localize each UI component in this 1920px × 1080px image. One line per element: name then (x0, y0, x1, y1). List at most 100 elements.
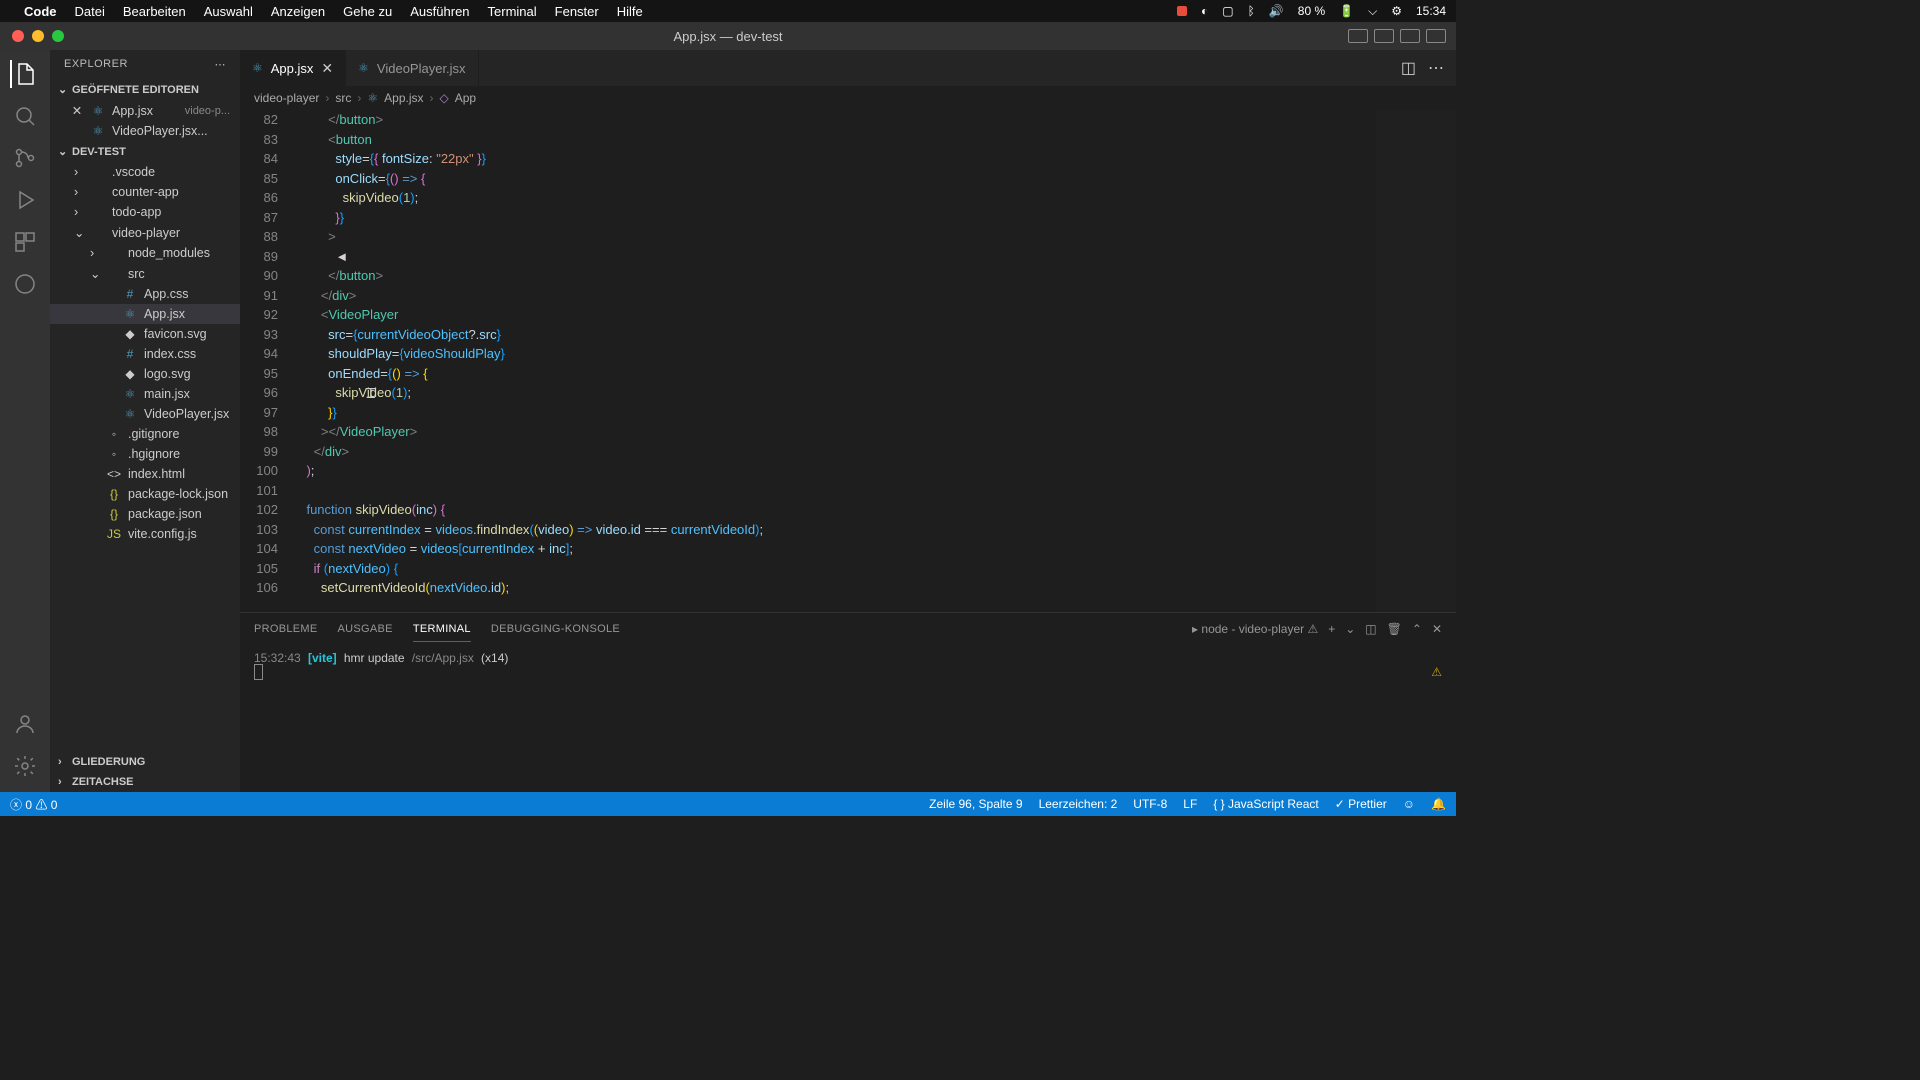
tree-item[interactable]: ⚛main.jsx (50, 384, 240, 404)
status-eol[interactable]: LF (1183, 797, 1197, 811)
search-icon[interactable] (11, 102, 39, 130)
menu-go[interactable]: Gehe zu (343, 4, 392, 19)
close-editor-icon[interactable]: ✕ (70, 103, 84, 118)
battery-icon[interactable]: 🔋 (1339, 4, 1354, 18)
tree-item[interactable]: ◦.gitignore (50, 424, 240, 444)
terminal-dropdown-icon[interactable]: ⌄ (1345, 622, 1355, 636)
status-indent[interactable]: Leerzeichen: 2 (1039, 797, 1118, 811)
account-icon[interactable] (11, 710, 39, 738)
layout-custom-icon[interactable] (1426, 29, 1446, 43)
bluetooth-icon[interactable]: ᛒ (1248, 4, 1255, 18)
terminal-body[interactable]: 15:32:43 [vite] hmr update /src/App.jsx … (240, 645, 1456, 792)
menu-view[interactable]: Anzeigen (271, 4, 325, 19)
breadcrumbs[interactable]: video-player› src› ⚛App.jsx› ◇App (240, 86, 1456, 110)
editor-more-icon[interactable]: ⋯ (1428, 58, 1444, 78)
status-encoding[interactable]: UTF-8 (1133, 797, 1167, 811)
source-control-icon[interactable] (11, 144, 39, 172)
json-icon: {} (106, 487, 122, 501)
status-bar: ⓧ 0 ⚠ 0 Zeile 96, Spalte 9 Leerzeichen: … (0, 792, 1456, 816)
tree-item[interactable]: ›counter-app (50, 182, 240, 202)
panel-maximize-icon[interactable]: ⌃ (1412, 622, 1422, 636)
tree-item[interactable]: ◆favicon.svg (50, 324, 240, 344)
menu-selection[interactable]: Auswahl (204, 4, 253, 19)
zoom-window-icon[interactable] (52, 30, 64, 42)
panel-close-icon[interactable]: ✕ (1432, 622, 1442, 636)
layout-panel-icon[interactable] (1374, 29, 1394, 43)
menu-help[interactable]: Hilfe (617, 4, 643, 19)
menu-terminal[interactable]: Terminal (488, 4, 537, 19)
tree-item[interactable]: ◦.hgignore (50, 444, 240, 464)
clock[interactable]: 15:34 (1416, 4, 1446, 18)
menu-file[interactable]: Datei (75, 4, 105, 19)
panel-tab-terminal[interactable]: TERMINAL (413, 617, 471, 642)
tree-item[interactable]: #App.css (50, 284, 240, 304)
volume-icon[interactable]: 🔊 (1269, 4, 1284, 18)
status-prettier[interactable]: ✓ Prettier (1335, 797, 1387, 811)
bottom-panel: PROBLEME AUSGABE TERMINAL DEBUGGING-KONS… (240, 612, 1456, 792)
tree-item[interactable]: <>index.html (50, 464, 240, 484)
tree-item[interactable]: ◆logo.svg (50, 364, 240, 384)
kill-terminal-icon[interactable]: 🗑 (1387, 622, 1402, 636)
minimap[interactable] (1376, 110, 1456, 612)
explorer-header: EXPLORER ⋯ (50, 50, 240, 79)
tree-item[interactable]: ›.vscode (50, 162, 240, 182)
panel-tab-output[interactable]: AUSGABE (338, 617, 393, 641)
more-icon[interactable]: ⋯ (215, 58, 227, 71)
wifi-icon[interactable]: ⌵ (1368, 4, 1377, 19)
explorer-icon[interactable] (10, 60, 38, 88)
tree-item[interactable]: ›todo-app (50, 202, 240, 222)
remote-icon[interactable] (11, 270, 39, 298)
tree-item[interactable]: ⚛App.jsx (50, 304, 240, 324)
status-feedback-icon[interactable]: ☺ (1403, 797, 1415, 811)
close-window-icon[interactable] (12, 30, 24, 42)
tree-item[interactable]: JSvite.config.js (50, 524, 240, 544)
terminal-warning-icon[interactable]: ⚠ (1431, 665, 1442, 679)
record-indicator-icon[interactable] (1177, 6, 1187, 16)
layout-primary-icon[interactable] (1348, 29, 1368, 43)
code-editor[interactable]: 8283848586878889909192939495969798991001… (240, 110, 1456, 612)
status-icon[interactable]: ◐ (1201, 4, 1208, 18)
tree-item[interactable]: ⚛VideoPlayer.jsx (50, 404, 240, 424)
settings-gear-icon[interactable] (11, 752, 39, 780)
minimize-window-icon[interactable] (32, 30, 44, 42)
tree-item[interactable]: #index.css (50, 344, 240, 364)
tree-item[interactable]: {}package-lock.json (50, 484, 240, 504)
status-language[interactable]: { } JavaScript React (1213, 797, 1318, 811)
menu-edit[interactable]: Bearbeiten (123, 4, 186, 19)
react-file-icon: ⚛ (90, 124, 106, 138)
tree-item[interactable]: ⌄video-player (50, 222, 240, 243)
editor-tab[interactable]: ⚛App.jsx✕ (240, 50, 346, 86)
display-icon[interactable]: ▢ (1222, 4, 1233, 18)
new-terminal-icon[interactable]: + (1328, 622, 1335, 636)
extensions-icon[interactable] (11, 228, 39, 256)
tree-item[interactable]: {}package.json (50, 504, 240, 524)
terminal-process-label[interactable]: ▸ node - video-player ⚠ (1192, 622, 1318, 636)
js-icon: JS (106, 527, 122, 541)
status-errors[interactable]: ⓧ 0 ⚠ 0 (10, 796, 57, 813)
app-menu[interactable]: Code (24, 4, 57, 19)
outline-section[interactable]: ›GLIEDERUNG (50, 752, 240, 772)
open-editor-item[interactable]: ⚛VideoPlayer.jsx... (50, 121, 240, 141)
status-cursor-pos[interactable]: Zeile 96, Spalte 9 (929, 797, 1022, 811)
run-debug-icon[interactable] (11, 186, 39, 214)
panel-tab-problems[interactable]: PROBLEME (254, 617, 318, 641)
split-editor-icon[interactable]: ◫ (1401, 58, 1416, 78)
css-icon: # (122, 287, 138, 301)
menu-run[interactable]: Ausführen (410, 4, 469, 19)
layout-secondary-icon[interactable] (1400, 29, 1420, 43)
split-terminal-icon[interactable]: ◫ (1365, 622, 1376, 636)
file-icon: ◦ (106, 427, 122, 441)
tree-item[interactable]: ⌄src (50, 263, 240, 284)
panel-tab-debug[interactable]: DEBUGGING-KONSOLE (491, 617, 620, 641)
control-center-icon[interactable]: ⚙ (1391, 4, 1402, 18)
menu-window[interactable]: Fenster (555, 4, 599, 19)
tree-item[interactable]: ›node_modules (50, 243, 240, 263)
open-editors-section[interactable]: ⌄GEÖFFNETE EDITOREN (50, 79, 240, 100)
project-section[interactable]: ⌄DEV-TEST (50, 141, 240, 162)
svg-icon: ◆ (122, 367, 138, 381)
timeline-section[interactable]: ›ZEITACHSE (50, 772, 240, 792)
status-bell-icon[interactable]: 🔔 (1431, 797, 1446, 811)
close-tab-icon[interactable]: ✕ (321, 60, 333, 77)
open-editor-item[interactable]: ✕⚛App.jsxvideo-p... (50, 100, 240, 121)
editor-tab[interactable]: ⚛VideoPlayer.jsx (346, 50, 478, 86)
